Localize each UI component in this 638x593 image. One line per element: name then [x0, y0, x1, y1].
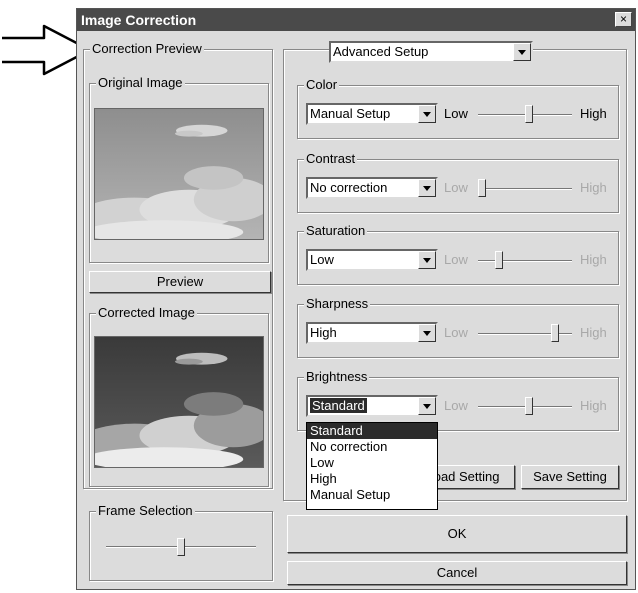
color-group: Color Manual Setup Low High — [297, 77, 619, 139]
sharpness-select[interactable]: High — [306, 322, 438, 344]
saturation-slider-thumb[interactable] — [495, 251, 503, 269]
contrast-high-label: High — [580, 180, 607, 195]
frame-slider-thumb[interactable] — [177, 538, 185, 556]
contrast-select[interactable]: No correction — [306, 177, 438, 199]
window-title: Image Correction — [81, 12, 197, 28]
title-bar: Image Correction × — [77, 9, 635, 31]
chevron-down-icon[interactable] — [418, 179, 436, 197]
contrast-select-value: No correction — [310, 180, 388, 195]
chevron-down-icon[interactable] — [513, 43, 531, 61]
sharpness-slider-thumb[interactable] — [551, 324, 559, 342]
correction-preview-legend: Correction Preview — [90, 41, 204, 57]
chevron-down-icon[interactable] — [418, 251, 436, 269]
sharpness-select-value: High — [310, 325, 337, 340]
saturation-legend: Saturation — [304, 223, 368, 239]
close-button[interactable]: × — [615, 12, 632, 27]
brightness-slider-thumb[interactable] — [525, 397, 533, 415]
sharpness-legend: Sharpness — [304, 296, 371, 312]
corrected-image-legend: Corrected Image — [96, 305, 197, 321]
chevron-down-icon[interactable] — [418, 105, 436, 123]
contrast-legend: Contrast — [304, 151, 358, 167]
original-image-group: Original Image — [89, 75, 269, 263]
contrast-slider-thumb[interactable] — [478, 179, 486, 197]
brightness-select[interactable]: Standard — [306, 395, 438, 417]
contrast-group: Contrast No correction Low High — [297, 151, 619, 213]
frame-selection-group: Frame Selection — [89, 503, 273, 581]
brightness-legend: Brightness — [304, 369, 370, 385]
brightness-low-label: Low — [444, 398, 468, 413]
chevron-down-icon[interactable] — [418, 324, 436, 342]
sharpness-group: Sharpness High Low High — [297, 296, 619, 358]
dropdown-option[interactable]: Low — [307, 455, 437, 471]
color-high-label: High — [580, 106, 607, 121]
dropdown-option[interactable]: Manual Setup — [307, 487, 437, 503]
original-image-legend: Original Image — [96, 75, 185, 91]
dropdown-option[interactable]: Standard — [307, 423, 437, 439]
saturation-low-label: Low — [444, 252, 468, 267]
save-setting-button[interactable]: Save Setting — [521, 465, 619, 489]
saturation-group: Saturation Low Low High — [297, 223, 619, 285]
frame-selection-legend: Frame Selection — [96, 503, 195, 519]
saturation-slider-track[interactable] — [478, 260, 572, 262]
image-correction-dialog: Image Correction × Correction Preview Or… — [76, 8, 636, 590]
saturation-select-value: Low — [310, 252, 334, 267]
cancel-button[interactable]: Cancel — [287, 561, 627, 585]
brightness-dropdown-list: Standard No correction Low High Manual Setup — [306, 422, 438, 510]
color-select-value: Manual Setup — [310, 106, 391, 121]
brightness-high-label: High — [580, 398, 607, 413]
preview-button[interactable]: Preview — [89, 271, 271, 293]
color-low-label: Low — [444, 106, 468, 121]
contrast-low-label: Low — [444, 180, 468, 195]
contrast-slider-track[interactable] — [478, 188, 572, 190]
original-image-preview — [94, 108, 264, 240]
corrected-image-preview — [94, 336, 264, 468]
sharpness-low-label: Low — [444, 325, 468, 340]
color-select[interactable]: Manual Setup — [306, 103, 438, 125]
dropdown-option[interactable]: No correction — [307, 439, 437, 455]
brightness-select-value: Standard — [310, 398, 367, 413]
ok-button[interactable]: OK — [287, 515, 627, 553]
color-legend: Color — [304, 77, 340, 93]
corrected-image-group: Corrected Image — [89, 305, 269, 487]
setup-mode-select[interactable]: Advanced Setup — [329, 41, 533, 63]
sharpness-high-label: High — [580, 325, 607, 340]
dropdown-option[interactable]: High — [307, 471, 437, 487]
saturation-high-label: High — [580, 252, 607, 267]
saturation-select[interactable]: Low — [306, 249, 438, 271]
color-slider-thumb[interactable] — [525, 105, 533, 123]
chevron-down-icon[interactable] — [418, 397, 436, 415]
setup-mode-value: Advanced Setup — [333, 44, 429, 59]
